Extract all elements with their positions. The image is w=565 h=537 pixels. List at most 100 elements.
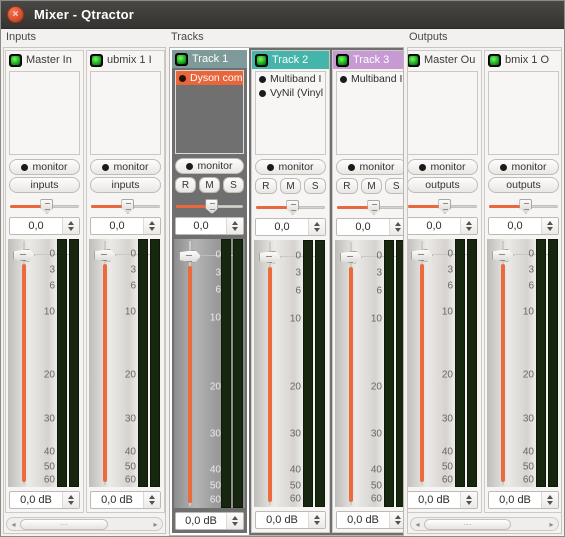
record-button[interactable]: R xyxy=(175,177,196,193)
pan-knob[interactable] xyxy=(286,200,300,215)
pan-spin-arrows[interactable] xyxy=(541,218,558,234)
gain-spinbox[interactable]: 0,0 dB xyxy=(336,511,403,529)
plugin-list[interactable] xyxy=(9,71,80,155)
plugin-list-item[interactable]: Multiband I xyxy=(256,72,325,86)
pan-spin-arrows[interactable] xyxy=(460,218,477,234)
gain-spinbox[interactable]: 0,0 dB xyxy=(175,512,244,530)
pan-spin-arrows[interactable] xyxy=(226,218,243,234)
plugin-list[interactable]: Dyson com xyxy=(175,70,244,154)
gain-fader[interactable] xyxy=(259,240,281,507)
inputs-button[interactable]: inputs xyxy=(9,177,80,193)
pan-spinbox[interactable]: 0,0 xyxy=(336,218,403,236)
scroll-thumb[interactable]: ⋯ xyxy=(424,518,512,530)
pan-spinbox[interactable]: 0,0 xyxy=(9,217,80,235)
gain-spin-arrows[interactable] xyxy=(308,512,325,528)
pan-spin-arrows[interactable] xyxy=(308,219,325,235)
spin-up-arrow-icon[interactable] xyxy=(395,222,401,226)
outputs-hscrollbar[interactable]: ◂ ⋯ ▸ xyxy=(410,517,559,531)
outputs-button[interactable]: outputs xyxy=(488,177,559,193)
pan-slider[interactable] xyxy=(337,200,403,215)
spin-down-arrow-icon[interactable] xyxy=(547,227,553,231)
spin-up-arrow-icon[interactable] xyxy=(547,495,553,499)
pan-knob[interactable] xyxy=(121,199,135,214)
pan-spinbox[interactable]: 0,0 xyxy=(408,217,478,235)
inputs-hscrollbar[interactable]: ◂ ⋯ ▸ xyxy=(6,517,163,531)
fader-handle[interactable] xyxy=(13,248,35,262)
solo-button[interactable]: S xyxy=(304,178,327,194)
spin-down-arrow-icon[interactable] xyxy=(395,521,401,525)
scroll-track[interactable]: ⋯ xyxy=(424,518,545,530)
monitor-button[interactable]: monitor xyxy=(336,159,403,175)
gain-spin-arrows[interactable] xyxy=(389,512,403,528)
scroll-track[interactable]: ⋯ xyxy=(20,518,149,530)
spin-up-arrow-icon[interactable] xyxy=(547,221,553,225)
pan-knob[interactable] xyxy=(205,199,219,214)
solo-button[interactable]: S xyxy=(385,178,403,194)
gain-fader[interactable] xyxy=(13,239,35,487)
spin-up-arrow-icon[interactable] xyxy=(466,221,472,225)
scroll-right-arrow-icon[interactable]: ▸ xyxy=(149,518,162,530)
scroll-left-arrow-icon[interactable]: ◂ xyxy=(411,518,424,530)
strip-header[interactable]: ubmix 1 I xyxy=(87,51,164,69)
gain-spin-arrows[interactable] xyxy=(62,492,79,508)
monitor-button[interactable]: monitor xyxy=(255,159,326,175)
spin-up-arrow-icon[interactable] xyxy=(395,515,401,519)
mixer-strip-bmix-1-out[interactable]: bmix 1 O monitor outputs 0,0 0 3 6 10 20… xyxy=(484,50,561,513)
gain-spin-arrows[interactable] xyxy=(541,492,558,508)
pan-spin-arrows[interactable] xyxy=(62,218,79,234)
pan-knob[interactable] xyxy=(438,199,452,214)
plugin-list[interactable] xyxy=(90,71,161,155)
plugin-list[interactable]: Multiband I VyNil (Vinyl xyxy=(255,71,326,155)
spin-up-arrow-icon[interactable] xyxy=(466,495,472,499)
mute-button[interactable]: M xyxy=(360,178,383,194)
mute-button[interactable]: M xyxy=(279,178,302,194)
spin-up-arrow-icon[interactable] xyxy=(232,221,238,225)
spin-down-arrow-icon[interactable] xyxy=(149,501,155,505)
gain-fader[interactable] xyxy=(94,239,116,487)
gain-spin-arrows[interactable] xyxy=(460,492,477,508)
pan-knob[interactable] xyxy=(519,199,533,214)
plugin-list-item[interactable]: VyNil (Vinyl xyxy=(256,86,325,100)
spin-up-arrow-icon[interactable] xyxy=(149,495,155,499)
spin-down-arrow-icon[interactable] xyxy=(466,227,472,231)
gain-spinbox[interactable]: 0,0 dB xyxy=(9,491,80,509)
scroll-left-arrow-icon[interactable]: ◂ xyxy=(7,518,20,530)
fader-handle[interactable] xyxy=(411,248,433,262)
monitor-button[interactable]: monitor xyxy=(175,158,244,174)
pan-spinbox[interactable]: 0,0 xyxy=(175,217,244,235)
plugin-list[interactable]: Multiband I xyxy=(336,71,403,155)
pan-knob[interactable] xyxy=(40,199,54,214)
spin-down-arrow-icon[interactable] xyxy=(314,228,320,232)
fader-handle[interactable] xyxy=(179,249,201,263)
fader-handle[interactable] xyxy=(492,248,514,262)
spin-down-arrow-icon[interactable] xyxy=(466,501,472,505)
pan-spin-arrows[interactable] xyxy=(143,218,160,234)
close-icon[interactable]: × xyxy=(7,6,24,23)
gain-spinbox[interactable]: 0,0 dB xyxy=(90,491,161,509)
strip-header[interactable]: Track 1 xyxy=(172,50,247,68)
pan-knob[interactable] xyxy=(367,200,381,215)
pan-slider[interactable] xyxy=(256,200,325,215)
plugin-list[interactable] xyxy=(488,71,559,155)
pan-spinbox[interactable]: 0,0 xyxy=(255,218,326,236)
gain-fader[interactable] xyxy=(411,239,433,487)
spin-down-arrow-icon[interactable] xyxy=(68,227,74,231)
mixer-strip-track-3[interactable]: Track 3 Multiband I monitor R M S 0,0 0 … xyxy=(332,50,403,533)
gain-spinbox[interactable]: 0,0 dB xyxy=(255,511,326,529)
monitor-button[interactable]: monitor xyxy=(9,159,80,175)
scroll-thumb[interactable]: ⋯ xyxy=(20,518,108,530)
strip-header[interactable]: Track 2 xyxy=(252,51,329,69)
monitor-button[interactable]: monitor xyxy=(90,159,161,175)
strip-header[interactable]: Master In xyxy=(6,51,83,69)
fader-handle[interactable] xyxy=(259,250,281,264)
spin-up-arrow-icon[interactable] xyxy=(314,515,320,519)
record-button[interactable]: R xyxy=(336,178,358,194)
spin-up-arrow-icon[interactable] xyxy=(314,222,320,226)
monitor-button[interactable]: monitor xyxy=(408,159,478,175)
pan-spinbox[interactable]: 0,0 xyxy=(488,217,559,235)
record-button[interactable]: R xyxy=(255,178,277,194)
scroll-right-arrow-icon[interactable]: ▸ xyxy=(545,518,558,530)
gain-spinbox[interactable]: 0,0 dB xyxy=(408,491,478,509)
pan-slider[interactable] xyxy=(408,199,477,214)
pan-slider[interactable] xyxy=(91,199,160,214)
